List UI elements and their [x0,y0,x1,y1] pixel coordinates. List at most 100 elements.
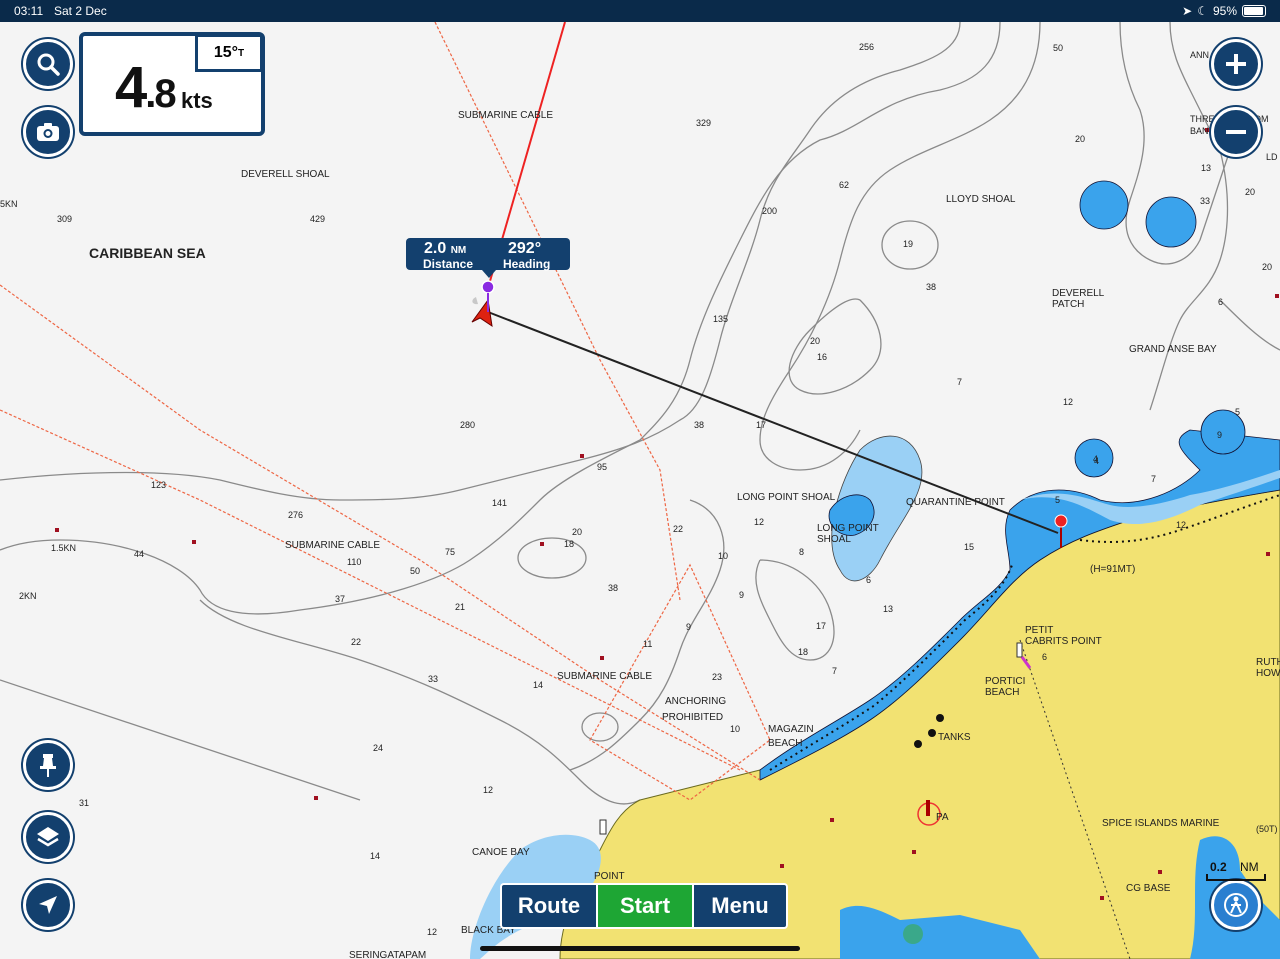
zoom-in-button[interactable] [1211,39,1261,89]
label-magazin-beach: BEACH [768,738,802,749]
depth-sounding: 95 [597,462,607,472]
depth-sounding: 50 [410,566,420,576]
depth-sounding: 33 [1200,196,1210,206]
speed-value: 4.8 [115,55,177,120]
depth-sounding: 12 [1176,520,1186,530]
depth-sounding: 6 [1218,297,1223,307]
depth-sounding: 9 [1217,430,1222,440]
label-current-5kn: 5KN [0,199,18,209]
distance-label: Distance [423,257,474,271]
depth-sounding: 141 [492,498,507,508]
depth-sounding: 21 [455,602,465,612]
distance-heading-callout[interactable]: 2.0 NM 292° Distance Heading [406,238,570,278]
label-canoe-bay: CANOE BAY [472,847,530,858]
bottom-toolbar: Route Start Menu [500,883,788,929]
label-pa: PA [936,812,949,823]
route-button[interactable]: Route [500,883,596,929]
person-icon [1224,893,1248,917]
label-three-ban: BAN [1190,126,1209,136]
depth-sounding: 17 [816,621,826,631]
location-arrow-icon: ➤ [1182,4,1193,18]
label-50t: (50T) [1256,824,1278,834]
label-long-point-shoal: LONG POINT SHOAL [737,492,836,503]
depth-sounding: 7 [832,666,837,676]
label-grand-anse-bay: GRAND ANSE BAY [1129,344,1217,355]
depth-sounding: 6 [866,575,871,585]
depth-sounding: 33 [428,674,438,684]
label-seringatapam: SERINGATAPAM [349,950,426,959]
label-lloyd-shoal: LLOYD SHOAL [946,194,1016,205]
depth-sounding: 38 [608,583,618,593]
depth-sounding: 17 [756,420,766,430]
depth-sounding: 23 [712,672,722,682]
depth-sounding: 11 [643,639,652,649]
plus-icon [1226,54,1246,74]
label-portici-beach: PORTICI [985,676,1025,687]
depth-sounding: 13 [1201,163,1211,173]
speed-display[interactable]: 4.8 kts 15° T [79,32,265,136]
depth-sounding: 20 [810,336,820,346]
pin-button[interactable] [23,740,73,790]
label-current-2kn: 2KN [19,591,37,601]
depth-sounding: 10 [718,551,728,561]
depth-sounding: 4 [1094,456,1099,466]
depth-sounding: 9 [686,622,691,632]
depth-sounding: 429 [310,214,325,224]
depth-sounding: 123 [151,480,166,490]
depth-sounding: 18 [798,647,808,657]
camera-icon [37,123,59,141]
home-indicator[interactable] [480,946,800,951]
label-anchoring-prohibited: PROHIBITED [662,712,723,723]
label-caribbean-sea: CARIBBEAN SEA [89,245,206,261]
label-light-height: (H=91MT) [1090,564,1135,575]
depth-sounding: 31 [79,798,89,808]
distance-value: 2.0 NM [424,240,467,257]
depth-sounding: 37 [335,594,345,604]
label-spice-islands-marine: SPICE ISLANDS MARINE [1102,818,1220,829]
depth-sounding: 20 [1262,262,1272,272]
heading-display: 15° T [195,34,263,72]
depth-sounding: 22 [673,524,683,534]
nautical-chart[interactable]: CARIBBEAN SEA DEVERELL SHOAL SUBMARINE C… [0,0,1280,959]
depth-sounding: 200 [762,206,777,216]
waypoint-marker-icon[interactable] [481,280,495,294]
depth-sounding: 256 [859,42,874,52]
depth-sounding: 16 [817,352,827,362]
label-petit-cabrits: PETIT [1025,625,1053,636]
depth-sounding: 10 [730,724,740,734]
label-portici-beach: BEACH [985,687,1019,698]
depth-sounding: 7 [1151,474,1156,484]
depth-sounding: 13 [883,604,893,614]
depth-sounding: 110 [347,557,361,567]
depth-sounding: 20 [1075,134,1085,144]
depth-sounding: 309 [57,214,72,224]
label-submarine-cable: SUBMARINE CABLE [285,540,380,551]
zoom-out-button[interactable] [1211,107,1261,157]
layers-button[interactable] [23,812,73,862]
label-submarine-cable: SUBMARINE CABLE [557,671,652,682]
menu-button[interactable]: Menu [694,883,788,929]
depth-sounding: 38 [694,420,704,430]
depth-sounding: 12 [483,785,493,795]
label-ld: LD [1266,152,1278,162]
label-current-1-5kn: 1.5KN [51,543,76,553]
label-submarine-cable: SUBMARINE CABLE [458,110,553,121]
depth-sounding: 12 [427,927,437,937]
depth-sounding: 62 [839,180,849,190]
depth-sounding: 329 [696,118,711,128]
navigate-button[interactable] [23,880,73,930]
search-icon [37,53,60,76]
depth-sounding: 44 [134,549,144,559]
depth-sounding: 15 [964,542,974,552]
depth-sounding: 5 [1235,407,1240,417]
camera-button[interactable] [23,107,73,157]
status-bar: 03:11 Sat 2 Dec ➤ ☾ 95% [0,0,1280,22]
label-cg-base: CG BASE [1126,883,1171,894]
start-button[interactable]: Start [596,883,694,929]
depth-sounding: 19 [903,239,913,249]
man-overboard-button[interactable] [1211,880,1261,930]
depth-sounding: 5 [1055,495,1060,505]
depth-sounding: 14 [533,680,543,690]
depth-sounding: 14 [370,851,380,861]
search-button[interactable] [23,39,73,89]
